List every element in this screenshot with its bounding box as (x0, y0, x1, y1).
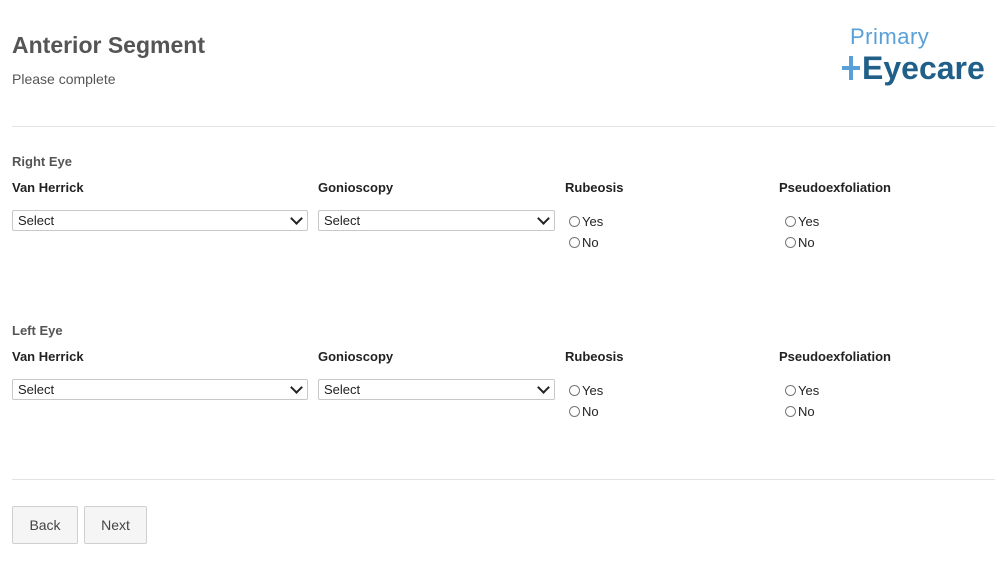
pseudoexfoliation-label: Pseudoexfoliation (779, 349, 891, 364)
right-eye-label: Right Eye (12, 154, 72, 169)
page-header: Anterior Segment Please complete (12, 32, 205, 87)
van-herrick-label: Van Herrick (12, 180, 84, 195)
left-pseudoexfoliation-yes[interactable]: Yes (785, 383, 819, 398)
left-eye-section: Left Eye Van Herrick Gonioscopy Rubeosis… (12, 323, 995, 433)
radio-label: Yes (798, 214, 820, 229)
chevron-down-icon (537, 381, 550, 394)
left-gonioscopy-value: Select (324, 382, 361, 397)
pseudoexfoliation-label: Pseudoexfoliation (779, 180, 891, 195)
left-gonioscopy-select[interactable]: Select (318, 379, 555, 400)
radio-label: No (798, 404, 815, 419)
radio-label: Yes (798, 383, 820, 398)
right-van-herrick-value: Select (18, 213, 55, 228)
right-rubeosis-no[interactable]: No (569, 235, 599, 250)
chevron-down-icon (290, 381, 303, 394)
plus-icon (842, 56, 862, 80)
left-rubeosis-no[interactable]: No (569, 404, 599, 419)
chevron-down-icon (290, 212, 303, 225)
left-pseudoexfoliation-no[interactable]: No (785, 404, 815, 419)
back-button[interactable]: Back (12, 506, 78, 544)
page-title: Anterior Segment (12, 32, 205, 58)
right-eye-section: Right Eye Van Herrick Gonioscopy Rubeosi… (12, 154, 995, 264)
logo-text-bottom: Eyecare (862, 50, 985, 86)
left-rubeosis-yes[interactable]: Yes (569, 383, 603, 398)
gonioscopy-label: Gonioscopy (318, 180, 394, 195)
rubeosis-label: Rubeosis (565, 349, 624, 364)
right-gonioscopy-select[interactable]: Select (318, 210, 555, 231)
radio-icon[interactable] (785, 406, 796, 417)
left-van-herrick-value: Select (18, 382, 55, 397)
right-rubeosis-yes[interactable]: Yes (569, 214, 603, 229)
right-pseudoexfoliation-no[interactable]: No (785, 235, 815, 250)
radio-label: No (582, 404, 599, 419)
logo-bottom: Eyecare (842, 48, 985, 88)
radio-icon[interactable] (569, 385, 580, 396)
rubeosis-label: Rubeosis (565, 180, 624, 195)
right-pseudoexfoliation-yes[interactable]: Yes (785, 214, 819, 229)
gonioscopy-label: Gonioscopy (318, 349, 394, 364)
page-subtitle: Please complete (12, 71, 116, 87)
right-van-herrick-select[interactable]: Select (12, 210, 308, 231)
radio-label: Yes (582, 214, 604, 229)
chevron-down-icon (537, 212, 550, 225)
radio-icon[interactable] (569, 237, 580, 248)
primary-eyecare-logo: Primary Eyecare (842, 24, 992, 94)
radio-icon[interactable] (785, 385, 796, 396)
next-button[interactable]: Next (84, 506, 147, 544)
left-eye-label: Left Eye (12, 323, 63, 338)
radio-label: Yes (582, 383, 604, 398)
logo-text-top: Primary (850, 24, 930, 49)
radio-icon[interactable] (569, 406, 580, 417)
radio-label: No (582, 235, 599, 250)
left-van-herrick-select[interactable]: Select (12, 379, 308, 400)
radio-icon[interactable] (569, 216, 580, 227)
divider-top (12, 126, 995, 127)
right-gonioscopy-value: Select (324, 213, 361, 228)
radio-label: No (798, 235, 815, 250)
divider-bottom (12, 479, 995, 480)
radio-icon[interactable] (785, 237, 796, 248)
van-herrick-label: Van Herrick (12, 349, 84, 364)
radio-icon[interactable] (785, 216, 796, 227)
